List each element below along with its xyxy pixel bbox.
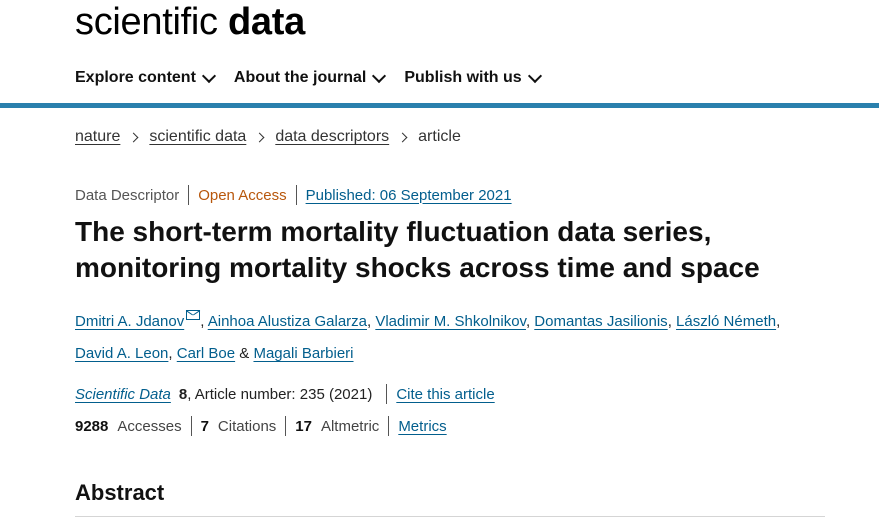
metrics-bar: 9288 Accesses 7 Citations 17 Altmetric M…	[75, 416, 447, 436]
author-link[interactable]: Magali Barbieri	[253, 345, 353, 362]
breadcrumb-data-descriptors[interactable]: data descriptors	[275, 128, 389, 146]
chevron-down-icon	[527, 68, 542, 83]
citations-count: 7	[200, 417, 209, 435]
chevron-right-icon	[254, 132, 265, 142]
divider	[386, 384, 388, 404]
breadcrumb: nature scientific data data descriptors …	[75, 128, 461, 146]
divider	[388, 416, 390, 436]
breadcrumb-scientific-data[interactable]: scientific data	[149, 128, 246, 146]
metrics-link[interactable]: Metrics	[398, 418, 446, 435]
open-access-badge: Open Access	[198, 186, 287, 204]
nav-label: Explore content	[75, 69, 196, 86]
chevron-down-icon	[372, 68, 387, 83]
breadcrumb-current: article	[418, 128, 461, 145]
divider	[285, 416, 287, 436]
cite-this-article-link[interactable]: Cite this article	[396, 386, 494, 403]
logo-text-bold: data	[227, 1, 305, 43]
citation-line: Scientific Data 8 , Article number: 235 …	[75, 384, 495, 404]
section-divider	[75, 516, 825, 517]
divider	[295, 185, 297, 205]
nav-about-journal[interactable]: About the journal	[233, 68, 387, 87]
author-link[interactable]: Dmitri A. Jdanov	[75, 313, 184, 330]
chevron-right-icon	[397, 132, 408, 142]
journal-logo[interactable]: scientific data	[75, 0, 305, 44]
article-number: , Article number: 235 (2021)	[187, 385, 373, 403]
title-line-2: monitoring mortality shocks across time …	[75, 252, 760, 283]
chevron-down-icon	[201, 68, 216, 83]
altmetric-count: 17	[295, 417, 312, 435]
author-link[interactable]: Carl Boe	[177, 345, 235, 362]
logo-text-light: scientific	[75, 1, 218, 43]
main-nav: Explore content About the journal Publis…	[75, 66, 542, 90]
title-line-1: The short-term mortality fluctuation dat…	[75, 216, 712, 247]
author-link[interactable]: Ainhoa Alustiza Galarza	[208, 313, 367, 330]
nav-label: Publish with us	[404, 69, 522, 86]
author-link[interactable]: David A. Leon	[75, 345, 168, 362]
author-joiner: &	[239, 345, 250, 362]
author-list: Dmitri A. Jdanov, Ainhoa Alustiza Galarz…	[75, 306, 835, 370]
chevron-right-icon	[128, 132, 139, 142]
author-link[interactable]: László Németh	[676, 313, 776, 330]
altmetric-label: Altmetric	[320, 417, 380, 435]
accesses-count: 9288	[75, 417, 109, 435]
article-type: Data Descriptor	[75, 186, 180, 204]
nav-publish-with-us[interactable]: Publish with us	[404, 68, 542, 87]
nav-explore-content[interactable]: Explore content	[75, 68, 216, 87]
divider	[188, 185, 190, 205]
header-divider	[0, 103, 879, 108]
abstract-heading: Abstract	[75, 480, 165, 505]
citations-label: Citations	[217, 417, 277, 435]
mail-icon[interactable]	[186, 310, 201, 320]
author-link[interactable]: Domantas Jasilionis	[534, 313, 667, 330]
accesses-label: Accesses	[117, 417, 182, 435]
journal-link[interactable]: Scientific Data	[75, 386, 171, 403]
breadcrumb-nature[interactable]: nature	[75, 128, 120, 146]
article-title: The short-term mortality fluctuation dat…	[75, 214, 835, 286]
volume: 8	[178, 385, 188, 403]
divider	[190, 416, 192, 436]
published-date-link[interactable]: Published: 06 September 2021	[306, 187, 512, 204]
nav-label: About the journal	[233, 69, 367, 86]
author-link[interactable]: Vladimir M. Shkolnikov	[375, 313, 526, 330]
article-meta: Data Descriptor Open Access Published: 0…	[75, 185, 512, 205]
